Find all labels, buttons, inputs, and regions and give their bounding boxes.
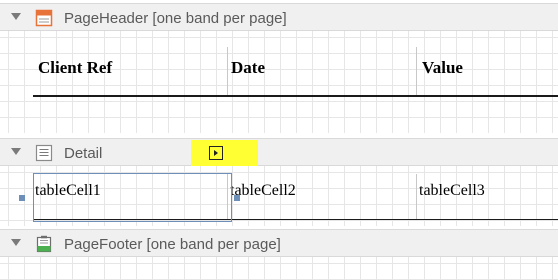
page-header-band-icon (35, 9, 53, 27)
detail-band-icon (35, 144, 53, 162)
smart-tag-arrow-icon[interactable] (209, 146, 223, 160)
page-footer-band-icon (36, 235, 52, 253)
collapse-arrow-icon[interactable] (11, 239, 21, 246)
header-table-bottom-border (33, 95, 558, 97)
page-header-area[interactable] (0, 31, 558, 133)
detail-cell-divider (416, 174, 417, 220)
header-cell-date[interactable]: Date (231, 58, 265, 78)
detail-band-title: Detail (64, 145, 103, 162)
header-cell-divider (416, 47, 417, 97)
collapse-arrow-icon[interactable] (11, 148, 21, 155)
selection-handle-right[interactable] (234, 195, 240, 201)
page-footer-area[interactable] (0, 257, 558, 280)
page-header-band-title: PageHeader [one band per page] (64, 10, 287, 27)
header-cell-value[interactable]: Value (422, 58, 463, 78)
page-footer-band-title: PageFooter [one band per page] (64, 236, 281, 253)
detail-cell-3[interactable]: tableCell3 (419, 182, 485, 200)
header-cell-client-ref[interactable]: Client Ref (38, 58, 112, 78)
header-cell-divider (227, 47, 228, 97)
selection-handle-left[interactable] (19, 195, 25, 201)
detail-band[interactable]: Detail (0, 138, 558, 166)
page-header-band[interactable]: PageHeader [one band per page] (0, 3, 558, 31)
page-footer-band[interactable]: PageFooter [one band per page] (0, 229, 558, 257)
collapse-arrow-icon[interactable] (11, 13, 21, 20)
selected-cell-outline[interactable] (33, 173, 232, 222)
